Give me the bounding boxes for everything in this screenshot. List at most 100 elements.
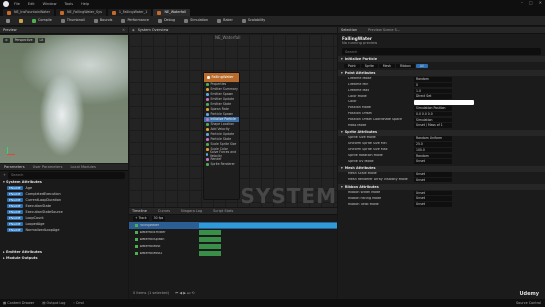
section-module-outputs[interactable]: ▸ Module Outputs	[0, 255, 128, 261]
filter-ribbon[interactable]: Ribbon	[396, 63, 415, 69]
niagara-system-icon	[157, 10, 162, 15]
timeline-track[interactable]: WaterfallMist	[129, 243, 337, 250]
bounds-button[interactable]: Bounds	[91, 17, 116, 24]
filter-all[interactable]: All	[415, 63, 428, 69]
property-value-field[interactable]: 0.0 0.0 0.0	[414, 111, 452, 117]
enable-checkbox-icon[interactable]	[135, 224, 138, 227]
property-value-field[interactable]: Unset	[414, 177, 452, 183]
close-icon[interactable]: ✕	[539, 0, 542, 6]
source-control-button[interactable]: Source Control	[516, 301, 541, 305]
node-module-item[interactable]: Sprite Renderer	[204, 162, 239, 167]
scalability-button[interactable]: Scalability	[239, 17, 268, 24]
lit-button[interactable]: Lit	[37, 38, 46, 43]
minimize-icon[interactable]: –	[521, 0, 523, 6]
module-status-icon	[206, 93, 209, 96]
enable-checkbox-icon[interactable]	[135, 231, 138, 234]
tab-local-modules[interactable]: Local Modules	[66, 165, 99, 169]
simulation-button[interactable]: Simulation	[181, 17, 211, 24]
property-value-field[interactable]: 1.0	[414, 88, 452, 94]
tab-timeline[interactable]: Timeline	[132, 209, 155, 213]
tab-parameters[interactable]: Parameters	[0, 165, 29, 169]
property-value-field[interactable]: Unset	[414, 159, 452, 164]
emitter-lifetime-bar[interactable]	[199, 237, 221, 242]
details-search-input[interactable]: Search	[342, 48, 541, 56]
thumbnail-button[interactable]: Thumbnail	[58, 17, 88, 24]
property-value-field[interactable]: 25.0	[414, 141, 452, 147]
timeline-track[interactable]: WaterfallSplash	[129, 236, 337, 243]
bounds-icon	[93, 18, 98, 23]
menu-window[interactable]: Window	[43, 2, 57, 6]
filter-mesh[interactable]: Mesh	[378, 63, 396, 69]
module-status-icon	[206, 148, 209, 151]
playback-controls[interactable]: ⏮ ◀ ▶ ⏭ ⟲	[175, 291, 195, 295]
cmd-input[interactable]: › Cmd	[73, 301, 83, 305]
viewport-menu-button[interactable]: ≡	[3, 38, 10, 43]
timeline-track[interactable]: WaterfallEmitter	[129, 229, 337, 236]
tab-ne-fallingwater-sys[interactable]: NE_FallingWater_Sys	[56, 9, 106, 16]
tab-curves[interactable]: Curves	[158, 209, 178, 213]
tab-niagara-log[interactable]: Niagara Log	[181, 209, 210, 213]
property-value-field[interactable]: Unset / Mass of 1	[414, 123, 452, 128]
udemy-watermark: Udemy	[519, 291, 540, 297]
emitter-lifetime-bar[interactable]	[199, 223, 337, 228]
property-value-field[interactable]: Direct Set	[414, 94, 452, 99]
tab-preview-scene[interactable]: Preview Scene S...	[368, 28, 400, 32]
menu-file[interactable]: File	[14, 2, 20, 6]
filter-sprite[interactable]: Sprite	[360, 63, 378, 69]
emitter-lifetime-bar[interactable]	[199, 251, 221, 256]
output-log-button[interactable]: ▤ Output Log	[42, 301, 65, 305]
property-value-field[interactable]	[414, 100, 474, 105]
tab-fallingwater-1[interactable]: 1_FallingWater_1	[107, 9, 152, 16]
timeline-track[interactable]: WaterfallMist2	[129, 250, 337, 257]
property-value-field[interactable]: Unset	[414, 202, 452, 207]
debug-button[interactable]: Debug	[155, 17, 178, 24]
tab-user-parameters[interactable]: User Parameters	[29, 165, 67, 169]
property-value-field[interactable]: Simulation Position	[414, 105, 452, 111]
enable-checkbox-icon[interactable]	[135, 252, 138, 255]
filter-point[interactable]: Point	[344, 63, 360, 69]
enable-checkbox-icon[interactable]	[135, 238, 138, 241]
perspective-button[interactable]: Perspective	[12, 38, 35, 43]
module-status-icon	[206, 88, 209, 91]
preview-viewport[interactable]: ≡ Perspective Lit	[0, 35, 136, 163]
add-icon[interactable]: +	[3, 173, 6, 177]
performance-button[interactable]: Performance	[118, 17, 152, 24]
add-track-button[interactable]: + Track	[133, 216, 149, 221]
property-value-field[interactable]: Unset	[414, 172, 452, 177]
close-icon[interactable]: ✕	[122, 28, 125, 32]
property-value-field[interactable]: 100.0	[414, 147, 452, 153]
node-header[interactable]: FallingWater	[204, 73, 239, 82]
emitter-lifetime-bar[interactable]	[199, 244, 221, 249]
tab-script-stats[interactable]: Script Stats	[213, 209, 233, 213]
menu-edit[interactable]: Edit	[28, 2, 35, 6]
maximize-icon[interactable]: □	[529, 0, 533, 6]
baker-button[interactable]: Baker	[214, 17, 236, 24]
enable-checkbox-icon[interactable]	[135, 245, 138, 248]
tab-ne-waterfall[interactable]: NE_Waterfall	[153, 9, 191, 16]
folder-icon	[19, 18, 23, 23]
niagara-emitter-icon	[60, 10, 65, 15]
timeline-track[interactable]: FallingWater	[129, 222, 337, 229]
compile-button[interactable]: Compile	[29, 17, 55, 24]
content-drawer-button[interactable]: ▦ Content Drawer	[3, 301, 34, 305]
tab-ne-insfountainwater[interactable]: NE_InsFountainWater	[3, 9, 55, 16]
property-value-field[interactable]: Simulation	[414, 117, 452, 123]
asset-tab-bar: NE_InsFountainWater NE_FallingWater_Sys …	[0, 8, 545, 16]
save-button[interactable]	[3, 17, 13, 24]
search-input[interactable]: Search	[8, 171, 125, 179]
browse-button[interactable]	[16, 17, 26, 24]
property-value-field[interactable]: Unset	[414, 190, 452, 196]
property-value-field[interactable]: Random	[414, 76, 452, 82]
property-value-field[interactable]: Unset	[414, 196, 452, 202]
module-status-icon	[206, 128, 209, 131]
menu-help[interactable]: Help	[81, 2, 89, 6]
tab-selection[interactable]: Selection	[341, 28, 357, 32]
emitter-node[interactable]: FallingWater Properties Emitter Summary Em…	[203, 72, 240, 200]
property-value-field[interactable]: Random	[414, 153, 452, 159]
emitter-lifetime-bar[interactable]	[199, 230, 221, 235]
menu-tools[interactable]: Tools	[64, 2, 73, 6]
property-value-field[interactable]: Random Uniform	[414, 136, 452, 141]
property-value-field[interactable]: 0	[414, 82, 452, 88]
simulation-icon	[184, 18, 189, 23]
fps-dropdown[interactable]: 30 fps	[151, 216, 166, 221]
